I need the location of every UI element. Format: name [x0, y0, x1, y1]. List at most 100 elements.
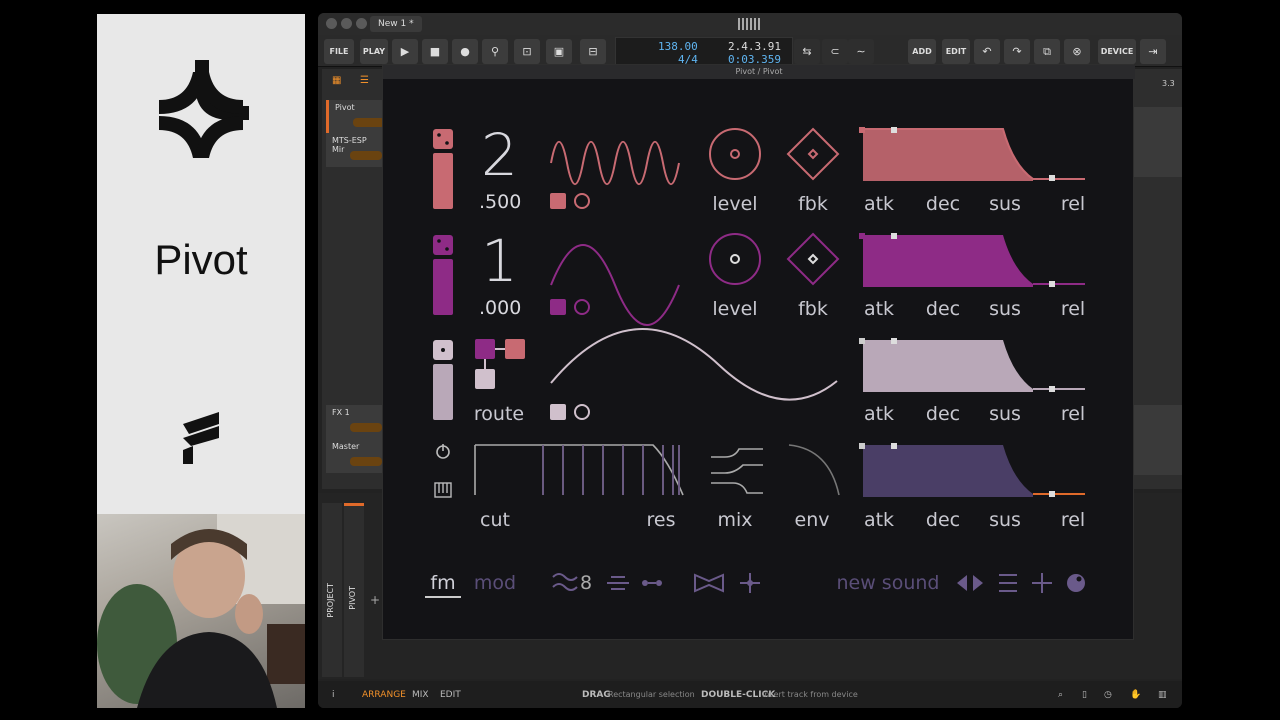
level-bar: [433, 364, 453, 420]
track-name: FX 1: [332, 408, 350, 417]
op2-ratio-integer[interactable]: 1: [481, 227, 518, 295]
minimize-window-button[interactable]: [341, 18, 352, 29]
op1-fbk-label: fbk: [798, 193, 828, 215]
timeline-marker: 3.3: [1162, 79, 1175, 88]
bitwig-logo-icon: [183, 412, 219, 464]
add-preset-icon: [1032, 573, 1052, 593]
mix-tab[interactable]: MIX: [412, 690, 429, 700]
envelope-2: [863, 235, 1033, 287]
project-tab[interactable]: New 1 *: [370, 16, 422, 32]
env-label: env: [794, 509, 830, 531]
pivot-tab[interactable]: PIVOT: [344, 503, 364, 677]
track-pivot[interactable]: Pivot: [326, 100, 385, 134]
clip-lane: [1134, 405, 1182, 475]
fm-tab[interactable]: fm: [425, 572, 461, 594]
automation-icon[interactable]: ⚲: [482, 39, 508, 64]
op2-atk-label: atk: [863, 298, 895, 320]
drag-label: DRAG: [582, 690, 611, 700]
metronome-icon[interactable]: ∼: [848, 39, 874, 64]
op3-atk-label: atk: [863, 403, 895, 425]
file-icon[interactable]: ▯: [1082, 690, 1087, 700]
glide-icon: [607, 576, 629, 590]
groove-icon[interactable]: ⊟: [580, 39, 606, 64]
op1-sus-label: sus: [989, 193, 1021, 215]
close-window-button[interactable]: [326, 18, 337, 29]
mod-tab[interactable]: mod: [473, 572, 517, 594]
track-mts-esp[interactable]: MTS-ESP Mir: [326, 133, 384, 167]
op3-dec-label: dec: [925, 403, 961, 425]
save-icon: [550, 193, 566, 209]
record-icon[interactable]: ●: [452, 39, 478, 64]
voices-count[interactable]: 8: [579, 572, 593, 594]
pivot-plugin-window: Pivot / Pivot 2 .500 level fbk atk dec s…: [382, 64, 1135, 640]
op2-ratio-fraction[interactable]: .000: [479, 297, 521, 319]
punch-icon[interactable]: ⇆: [794, 39, 820, 64]
overdub-icon[interactable]: ⊡: [514, 39, 540, 64]
op1-level-label: level: [712, 193, 758, 215]
filter-sus-label: sus: [989, 509, 1021, 531]
search-icon[interactable]: ⌕: [1058, 690, 1063, 700]
op2-dec-label: dec: [925, 298, 961, 320]
preset-name[interactable]: new sound: [835, 572, 941, 594]
envelope-3: [863, 340, 1033, 392]
webcam-feed: [97, 514, 305, 708]
device-button[interactable]: DEVICE: [1098, 39, 1136, 64]
cut-label: cut: [480, 509, 510, 531]
edit-tab[interactable]: EDIT: [440, 690, 461, 700]
play-icon[interactable]: ▶: [392, 39, 418, 64]
op3-rel-label: rel: [1060, 403, 1086, 425]
edit-button[interactable]: EDIT: [942, 39, 970, 64]
envelope-1: [863, 129, 1033, 181]
bitwig-grid-icon: [738, 18, 762, 30]
power-icon: [574, 404, 590, 420]
op2-sus-label: sus: [989, 298, 1021, 320]
arranger-timeline[interactable]: 3.3: [1134, 69, 1182, 489]
menu-icon: [999, 574, 1017, 592]
grid-view-icon[interactable]: ▦: [332, 75, 341, 86]
save-icon: [550, 404, 566, 420]
waveform-1: [550, 141, 680, 185]
unison-icon: [642, 580, 648, 586]
level-bar: [433, 259, 453, 315]
status-bar: i ARRANGE MIX EDIT DRAG Rectangular sele…: [318, 681, 1182, 708]
level-bar: [433, 153, 453, 209]
track-master[interactable]: Master: [326, 439, 384, 473]
transport-display[interactable]: 138.00 4/4 2.4.3.91 0:03.359: [615, 37, 793, 67]
op1-rel-label: rel: [1060, 193, 1086, 215]
op2-fbk-label: fbk: [798, 298, 828, 320]
footer-graphics: [425, 573, 1085, 598]
main-toolbar: FILE PLAY ▶ ■ ● ⚲ ⊡ ▣ ⊟ 138.00 4/4 2.4.3…: [318, 35, 1182, 67]
loop-icon[interactable]: ⊂: [822, 39, 848, 64]
mix-icon: [711, 448, 763, 458]
level-knob-icon: [709, 128, 761, 180]
theme-icon: [1067, 574, 1085, 592]
add-button[interactable]: ADD: [908, 39, 936, 64]
power-icon: [574, 299, 590, 315]
op1-ratio-fraction[interactable]: .500: [479, 191, 521, 213]
list-view-icon[interactable]: ☰: [360, 75, 369, 86]
insert-device-icon[interactable]: ⇥: [1140, 39, 1166, 64]
stop-icon[interactable]: ■: [422, 39, 448, 64]
dice-icon: [433, 129, 453, 149]
play-menu-button[interactable]: PLAY: [360, 39, 388, 64]
redo-icon[interactable]: ↷: [1004, 39, 1030, 64]
arrange-tab[interactable]: ARRANGE: [362, 690, 406, 700]
copy-icon[interactable]: ⧉: [1034, 39, 1060, 64]
add-device-icon[interactable]: +: [370, 593, 380, 607]
project-tab[interactable]: PROJECT: [322, 503, 342, 677]
keyboard-icon[interactable]: ▥: [1158, 690, 1167, 700]
delete-icon[interactable]: ⊗: [1064, 39, 1090, 64]
zoom-window-button[interactable]: [356, 18, 367, 29]
track-fx1[interactable]: FX 1: [326, 405, 384, 439]
clip-launcher-icon[interactable]: ▣: [546, 39, 572, 64]
undo-icon[interactable]: ↶: [974, 39, 1000, 64]
tempo-value[interactable]: 138.00: [658, 40, 698, 53]
info-icon[interactable]: i: [332, 690, 335, 700]
pivot-tab-label: PIVOT: [348, 586, 357, 610]
envelope-4: [863, 445, 1033, 497]
op1-ratio-integer[interactable]: 2: [481, 121, 518, 189]
waveform-2: [550, 244, 680, 326]
hand-icon[interactable]: ✋: [1130, 690, 1141, 700]
file-button[interactable]: FILE: [324, 39, 354, 64]
clock-icon[interactable]: ◷: [1104, 690, 1112, 700]
